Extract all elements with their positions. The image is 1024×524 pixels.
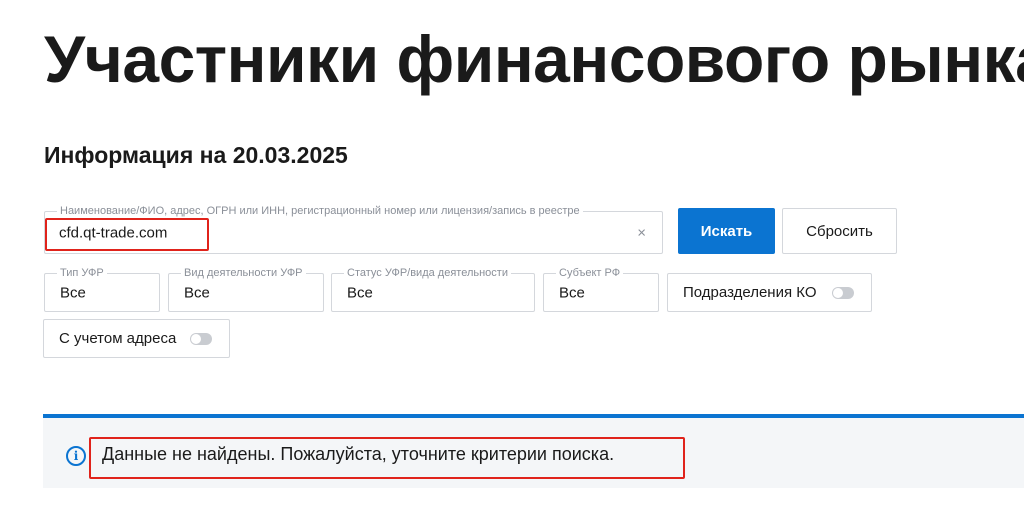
filter-status[interactable]: Статус УФР/вида деятельности Все	[331, 266, 535, 312]
filter-activity-type-label: Вид деятельности УФР	[181, 266, 306, 280]
filter-activity-type-value: Все	[184, 284, 210, 301]
toggle-ko-branches[interactable]: Подразделения КО	[667, 273, 872, 312]
page-title: Участники финансового рынка	[44, 22, 1024, 96]
info-date: Информация на 20.03.2025	[44, 142, 348, 168]
toggle-ko-branches-label: Подразделения КО	[683, 284, 817, 301]
filter-region-value: Все	[559, 284, 585, 301]
filter-status-label: Статус УФР/вида деятельности	[344, 266, 511, 280]
toggle-switch[interactable]	[831, 286, 854, 299]
filter-status-value: Все	[347, 284, 373, 301]
filter-region[interactable]: Субъект РФ Все	[543, 266, 659, 312]
search-button[interactable]: Искать	[678, 208, 775, 254]
toggle-with-address-label: С учетом адреса	[59, 330, 177, 347]
search-value-highlight	[45, 218, 209, 251]
result-message-highlight	[89, 437, 685, 479]
toggle-with-address[interactable]: С учетом адреса	[43, 319, 230, 358]
filter-ufr-type-value: Все	[60, 284, 86, 301]
toggle-switch[interactable]	[190, 332, 213, 345]
reset-button[interactable]: Сбросить	[782, 208, 897, 254]
filter-ufr-type[interactable]: Тип УФР Все	[44, 266, 160, 312]
clear-icon[interactable]: ×	[637, 224, 646, 241]
filter-ufr-type-label: Тип УФР	[57, 266, 107, 280]
filter-region-label: Субъект РФ	[556, 266, 624, 280]
filter-activity-type[interactable]: Вид деятельности УФР Все	[168, 266, 324, 312]
info-icon: i	[66, 446, 86, 466]
search-input-label: Наименование/ФИО, адрес, ОГРН или ИНН, р…	[57, 204, 583, 218]
